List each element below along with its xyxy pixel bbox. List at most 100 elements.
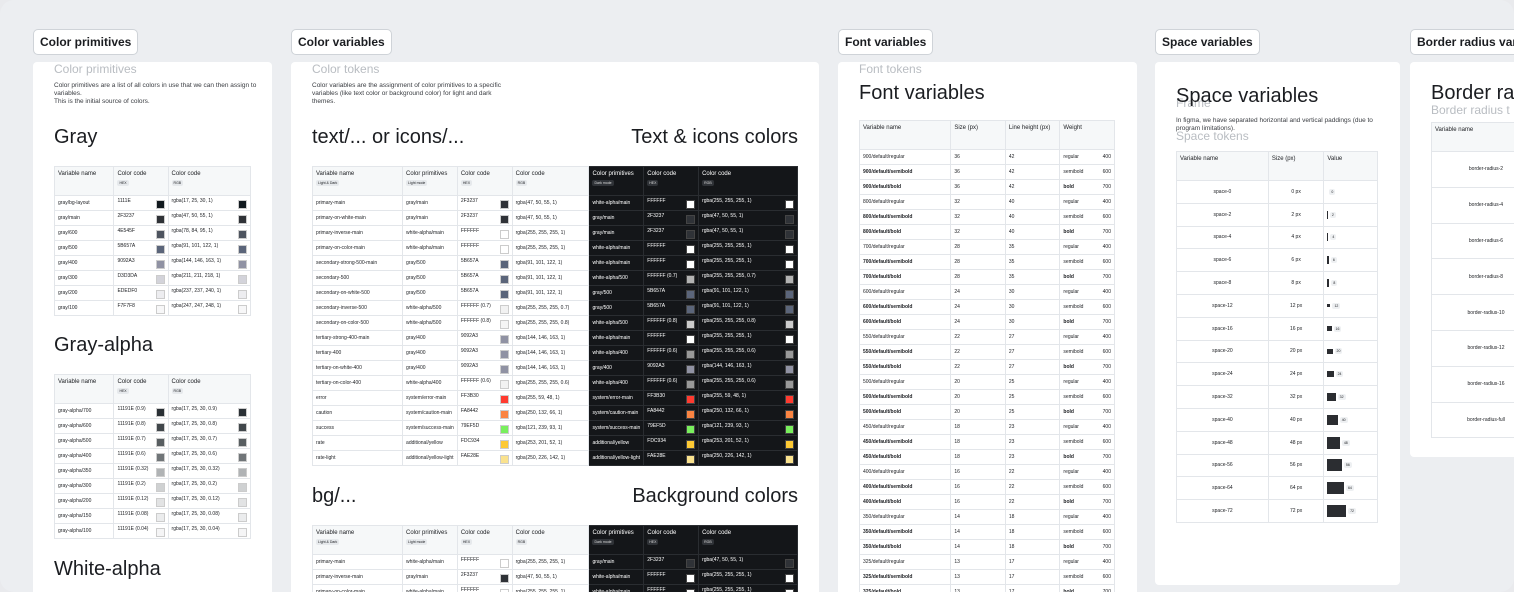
cell-variable-name: border-radius-6 <box>1431 222 1514 260</box>
font-variables-title: Font variables <box>859 82 985 104</box>
table-row: gray/300 D3D3DA rgba(211, 211, 218, 1) <box>53 270 252 286</box>
cell-light-hex: FAE28E <box>456 450 513 466</box>
color-swatch <box>499 573 509 583</box>
column-header-sub: Light mode <box>406 539 428 545</box>
table-row: gray-alpha/700 11191E (0.9) rgba(17, 25, 3… <box>53 403 252 419</box>
cell-dark-rgb: rgba(250, 226, 142, 1) <box>698 450 798 466</box>
cell-dark-hex: 2F3237 <box>643 554 700 570</box>
table-row: success system/success-main 79EF5D rgba(121… <box>311 420 798 436</box>
cell-rgb: rgba(17, 25, 30, 0.04) <box>167 523 252 539</box>
space-variables-frame[interactable]: Frame Space variables In figma, we have … <box>1155 62 1400 585</box>
cell-dark-rgb: rgba(250, 132, 66, 1) <box>698 405 798 421</box>
cell-weight: regular 400 <box>1059 329 1115 345</box>
cell-size: 22 <box>950 344 1006 360</box>
cell-value: 20 <box>1323 339 1378 364</box>
frame-label-font-variables[interactable]: Font variables <box>838 29 934 55</box>
cell-text: rgba(253, 201, 52, 1) <box>702 437 749 444</box>
frame-label-color-variables[interactable]: Color variables <box>291 29 392 55</box>
table-row: gray/main 2F3237 rgba(47, 50, 55, 1) <box>53 210 252 226</box>
space-bar <box>1327 279 1330 288</box>
cell-text: rgba(17, 25, 30, 0.04) <box>171 525 220 532</box>
cell-weight-name: regular <box>1063 559 1079 565</box>
cell-text: 1111E <box>117 197 131 204</box>
table-row: tertiary-strong-400-main gray/400 9092A3 rg… <box>311 330 798 346</box>
frame-label-border-radius[interactable]: Border radius var <box>1410 29 1514 55</box>
cell-light-hex: FFFFFF (0.7) <box>456 300 513 316</box>
table-row: space-32 32 px 32 <box>1176 385 1378 409</box>
column-header: Variable name <box>53 166 115 196</box>
section-subtitle-bg: Background colors <box>632 485 798 507</box>
cell-text: rgba(91, 101, 122, 1) <box>702 287 749 294</box>
cell-variable-name: gray/600 <box>53 225 115 241</box>
cell-weight-name: regular <box>1063 514 1079 520</box>
table-row: 500/default/regular 20 25 regular 400 <box>858 374 1115 390</box>
section-title-gray: Gray <box>54 126 98 148</box>
space-value-chip: 20 <box>1334 348 1343 355</box>
column-header: Color code RGB <box>167 166 252 196</box>
color-swatch <box>238 512 247 522</box>
cell-line-height: 23 <box>1004 434 1061 450</box>
table-row: gray/200 EDEDF0 rgba(237, 237, 240, 1) <box>53 285 252 301</box>
table-header-row: Variable name Size (px) Value <box>1176 151 1378 181</box>
table-row: space-64 64 px 64 <box>1176 476 1378 501</box>
color-swatch <box>686 334 696 344</box>
cell-weight: bold 700 <box>1059 314 1115 330</box>
frame-label-space-variables[interactable]: Space variables <box>1155 29 1260 55</box>
space-bar <box>1327 256 1329 265</box>
color-primitives-frame[interactable]: Color primitives Color primitives are a … <box>33 62 272 592</box>
color-swatch <box>155 407 165 417</box>
cell-value: 24 <box>1323 362 1378 387</box>
cell-light-primitive: gray/500 <box>402 270 458 286</box>
color-swatch <box>785 409 794 419</box>
column-header-label: Color code <box>460 530 490 536</box>
cell-variable-name: gray/bg-layout <box>53 195 115 211</box>
cell-line-height: 18 <box>1004 539 1061 555</box>
table-row: space-12 12 px 12 <box>1176 293 1378 318</box>
cell-light-rgb: rgba(255, 255, 255, 1) <box>511 584 590 592</box>
section-title-bg: bg/... <box>312 485 357 507</box>
color-swatch <box>238 482 247 492</box>
cell-weight-value: 400 <box>1102 424 1111 430</box>
border-radius-frame[interactable]: Border ra Border radius t Variable name b… <box>1410 62 1514 457</box>
color-swatch <box>785 229 794 239</box>
color-variables-frame[interactable]: Color tokens Color variables are the ass… <box>291 62 819 592</box>
cell-variable-name: space-16 <box>1176 316 1269 341</box>
table-row: gray/600 4E545F rgba(78, 84, 95, 1) <box>53 225 252 241</box>
cell-variable-name: 400/default/semibold <box>858 479 952 495</box>
space-bar <box>1327 459 1342 472</box>
cell-light-hex: 2F3237 <box>456 569 513 585</box>
cell-line-height: 42 <box>1004 164 1061 180</box>
cell-line-height: 40 <box>1004 209 1061 225</box>
cell-size: 13 <box>950 569 1006 585</box>
cell-size: 16 <box>950 494 1006 510</box>
cell-size: 13 <box>950 584 1006 592</box>
cell-light-primitive: gray/400 <box>402 360 458 376</box>
table-row: gray-alpha/600 11191E (0.8) rgba(17, 25, 3… <box>53 418 252 434</box>
column-header-sub: RGB <box>515 180 528 186</box>
cell-text: rgba(144, 146, 163, 1) <box>171 257 222 264</box>
table-row: gray-alpha/200 11191E (0.12) rgba(17, 25, … <box>53 493 252 509</box>
cell-weight-value: 400 <box>1102 379 1111 385</box>
cell-light-hex: 5B657A <box>456 285 513 301</box>
frame-label-color-primitives[interactable]: Color primitives <box>33 29 139 55</box>
cell-dark-hex: FAE28E <box>643 450 700 466</box>
cell-variable-name: rate-light <box>311 450 404 466</box>
cell-light-rgb: rgba(47, 50, 55, 1) <box>511 210 590 226</box>
cell-weight-value: 700 <box>1102 364 1111 370</box>
space-bar <box>1327 414 1338 426</box>
cell-variable-name: 800/default/regular <box>858 194 952 210</box>
cell-variable-name: gray-alpha/150 <box>53 508 115 524</box>
color-swatch <box>785 244 794 254</box>
cell-variable-name: 550/default/regular <box>858 329 952 345</box>
desc-line: themes. <box>312 98 336 105</box>
cell-dark-primitive: gray/400 <box>588 360 645 376</box>
cell-text: FFFFFF (0.7) <box>460 302 491 309</box>
font-variables-frame[interactable]: Font tokens Font variables Variable name… <box>838 62 1137 592</box>
column-header-label: Color code <box>647 171 677 177</box>
table-row: 800/default/semibold 32 40 semibold 600 <box>858 209 1115 225</box>
color-swatch <box>785 439 794 449</box>
cell-variable-name: space-2 <box>1176 202 1269 227</box>
table-row: space-4 4 px 4 <box>1176 225 1378 250</box>
color-swatch <box>785 334 794 344</box>
cell-text: FFFFFF (0.6) <box>647 347 678 354</box>
